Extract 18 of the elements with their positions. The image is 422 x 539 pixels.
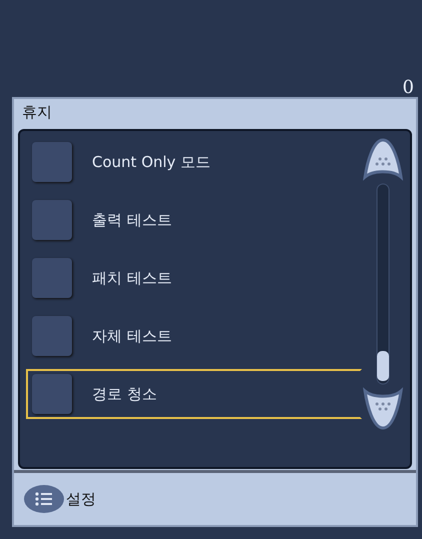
list-item[interactable]: Count Only 모드 [26, 137, 362, 187]
scroll-up-button[interactable] [363, 137, 403, 183]
list-icon [35, 492, 53, 506]
checkbox[interactable] [32, 142, 72, 182]
list-item[interactable]: 자체 테스트 [26, 311, 362, 361]
checkbox[interactable] [32, 374, 72, 414]
checkbox[interactable] [32, 200, 72, 240]
settings-label: 설정 [66, 488, 96, 510]
checkbox[interactable] [32, 316, 72, 356]
list-item[interactable]: 출력 테스트 [26, 195, 362, 245]
list-item[interactable]: 패치 테스트 [26, 253, 362, 303]
settings-button[interactable] [24, 485, 64, 513]
list-item[interactable]: 경로 청소 [26, 369, 362, 419]
counter-value: 0 [402, 79, 415, 97]
scrollbar-track[interactable] [376, 183, 390, 385]
panel-title: 휴지 [21, 102, 53, 123]
checkbox[interactable] [32, 258, 72, 298]
scroll-down-button[interactable] [363, 385, 403, 431]
